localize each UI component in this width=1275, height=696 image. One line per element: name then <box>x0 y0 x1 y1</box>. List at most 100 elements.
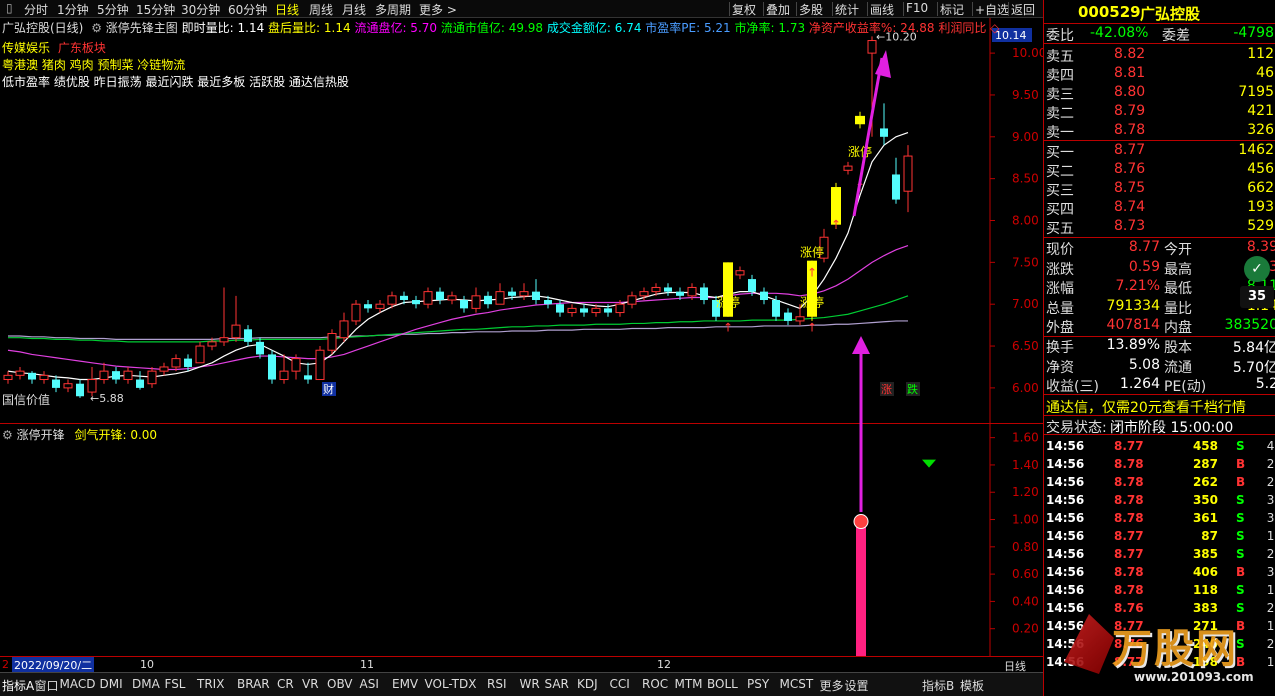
indicator-tab[interactable]: RSI <box>487 677 507 691</box>
candle[interactable] <box>171 354 181 372</box>
period-tab[interactable]: 多周期 <box>375 1 411 18</box>
candle[interactable] <box>219 287 229 347</box>
indicator-tab[interactable]: OBV <box>327 677 353 691</box>
candle[interactable] <box>447 291 457 305</box>
candle[interactable] <box>580 304 588 317</box>
period-tab[interactable]: 日线 <box>275 1 299 18</box>
promo-text[interactable]: 通达信，仅需20元查看千档行情 <box>1046 397 1246 417</box>
candle[interactable] <box>327 329 337 355</box>
indicator-tab[interactable]: 指标A <box>2 677 34 694</box>
candle[interactable] <box>423 287 433 309</box>
candle[interactable] <box>364 300 372 313</box>
order-book-row[interactable]: 买一 8.77 1462 <box>1044 142 1275 161</box>
candle[interactable] <box>3 371 13 384</box>
candle[interactable] <box>231 295 241 342</box>
order-book-row[interactable]: 卖五 8.82 112 <box>1044 46 1275 65</box>
candle[interactable] <box>735 266 745 280</box>
candle[interactable] <box>880 103 888 146</box>
period-tab[interactable]: 60分钟 <box>228 1 267 18</box>
order-book-row[interactable]: 卖二 8.79 421 <box>1044 103 1275 122</box>
period-tab[interactable]: 更多 > <box>419 1 457 18</box>
tool-button[interactable]: 返回 <box>1011 1 1035 18</box>
tool-button[interactable]: 叠加 <box>766 1 790 18</box>
candle[interactable] <box>351 300 361 326</box>
candle[interactable] <box>112 366 120 384</box>
indicator-tab[interactable]: VOL-TDX <box>425 677 477 691</box>
indicator-tab[interactable]: VR <box>302 677 319 691</box>
indicator-tab[interactable]: MACD <box>60 677 96 691</box>
period-tab[interactable]: 30分钟 <box>181 1 220 18</box>
indicator-tab[interactable]: BOLL <box>707 677 738 691</box>
indicator-tab[interactable]: SAR <box>545 677 569 691</box>
indicator-tab[interactable]: MTM <box>675 677 703 691</box>
order-book-row[interactable]: 卖一 8.78 326 <box>1044 122 1275 141</box>
candle[interactable] <box>339 312 349 342</box>
concept-tag[interactable]: 广东板块 <box>58 41 106 55</box>
tool-button[interactable]: F10 <box>906 1 928 15</box>
concept-tag[interactable]: 传媒娱乐 <box>2 41 50 55</box>
finance-marker-label[interactable]: 财 <box>323 382 334 396</box>
indicator-tab[interactable]: 设置 <box>845 677 869 694</box>
indicator-tab[interactable]: KDJ <box>577 677 598 691</box>
candle[interactable] <box>519 283 529 301</box>
candle[interactable] <box>52 375 60 393</box>
rise-marker-label[interactable]: 涨 <box>881 383 892 396</box>
indicator-tab[interactable]: CCI <box>610 677 630 691</box>
candle[interactable] <box>256 337 264 359</box>
candle[interactable] <box>123 366 133 384</box>
order-book-row[interactable]: 卖三 8.80 7195 <box>1044 84 1275 103</box>
candle[interactable] <box>784 308 792 326</box>
sub-indicator-chart[interactable]: 1.60 1.40 1.20 1.00 0.80 0.60 0.40 0.20 <box>0 424 1043 656</box>
indicator-tab[interactable]: 模板 <box>960 677 984 694</box>
score-badge[interactable]: 35 <box>1240 286 1274 308</box>
candle[interactable] <box>567 304 577 317</box>
indicator-tab[interactable]: WR <box>520 677 540 691</box>
indicator-tab[interactable]: MCST <box>780 677 814 691</box>
order-book-row[interactable]: 卖四 8.81 46 <box>1044 65 1275 84</box>
candle[interactable] <box>195 341 205 364</box>
period-tab[interactable]: 周线 <box>309 1 333 18</box>
candle[interactable] <box>484 291 492 309</box>
candle[interactable] <box>15 366 25 380</box>
period-tab[interactable]: 15分钟 <box>136 1 175 18</box>
order-book-row[interactable]: 买五 8.73 529 <box>1044 218 1275 237</box>
main-indicator-name[interactable]: 涨停先锋主图 <box>106 21 178 35</box>
candle[interactable] <box>136 371 144 390</box>
indicator-tab[interactable]: 指标B <box>922 677 954 694</box>
shield-icon[interactable]: ✓ <box>1244 256 1270 282</box>
candle[interactable] <box>495 283 505 305</box>
order-book-row[interactable]: 买二 8.76 456 <box>1044 161 1275 180</box>
indicator-tab[interactable]: DMA <box>132 677 160 691</box>
candle[interactable] <box>843 161 853 175</box>
indicator-tab[interactable]: BRAR <box>237 677 270 691</box>
fall-marker-label[interactable]: 跌 <box>907 382 918 396</box>
candle[interactable] <box>268 350 276 384</box>
indicator-tab[interactable]: ROC <box>642 677 668 691</box>
indicator-tab[interactable]: DMI <box>100 677 123 691</box>
candle[interactable] <box>63 379 73 393</box>
indicator-tab[interactable]: 窗口 <box>35 677 59 694</box>
indicator-tab[interactable]: 更多 <box>820 677 844 694</box>
order-book-row[interactable]: 买三 8.75 662 <box>1044 180 1275 199</box>
candle[interactable] <box>460 295 468 313</box>
tool-button[interactable]: 统计 <box>835 1 859 18</box>
candle[interactable] <box>436 287 444 305</box>
candle[interactable] <box>315 346 325 381</box>
candle[interactable] <box>627 291 637 309</box>
candle[interactable] <box>304 362 312 384</box>
candle[interactable] <box>664 283 672 296</box>
tool-button[interactable]: 多股 <box>799 1 823 18</box>
candle[interactable] <box>892 157 900 204</box>
candle[interactable] <box>76 379 84 398</box>
candle[interactable] <box>556 300 564 317</box>
candle[interactable] <box>279 354 289 384</box>
tool-button[interactable]: 复权 <box>732 1 756 18</box>
tool-button[interactable]: 画线 <box>870 1 894 18</box>
period-tab[interactable]: 分时 <box>24 1 48 18</box>
gear-icon[interactable]: ⚙ <box>91 21 102 35</box>
candle[interactable] <box>903 145 913 213</box>
order-book-row[interactable]: 买四 8.74 193 <box>1044 199 1275 218</box>
candle[interactable] <box>471 287 481 313</box>
indicator-tab[interactable]: EMV <box>392 677 418 691</box>
candle[interactable] <box>147 366 157 388</box>
